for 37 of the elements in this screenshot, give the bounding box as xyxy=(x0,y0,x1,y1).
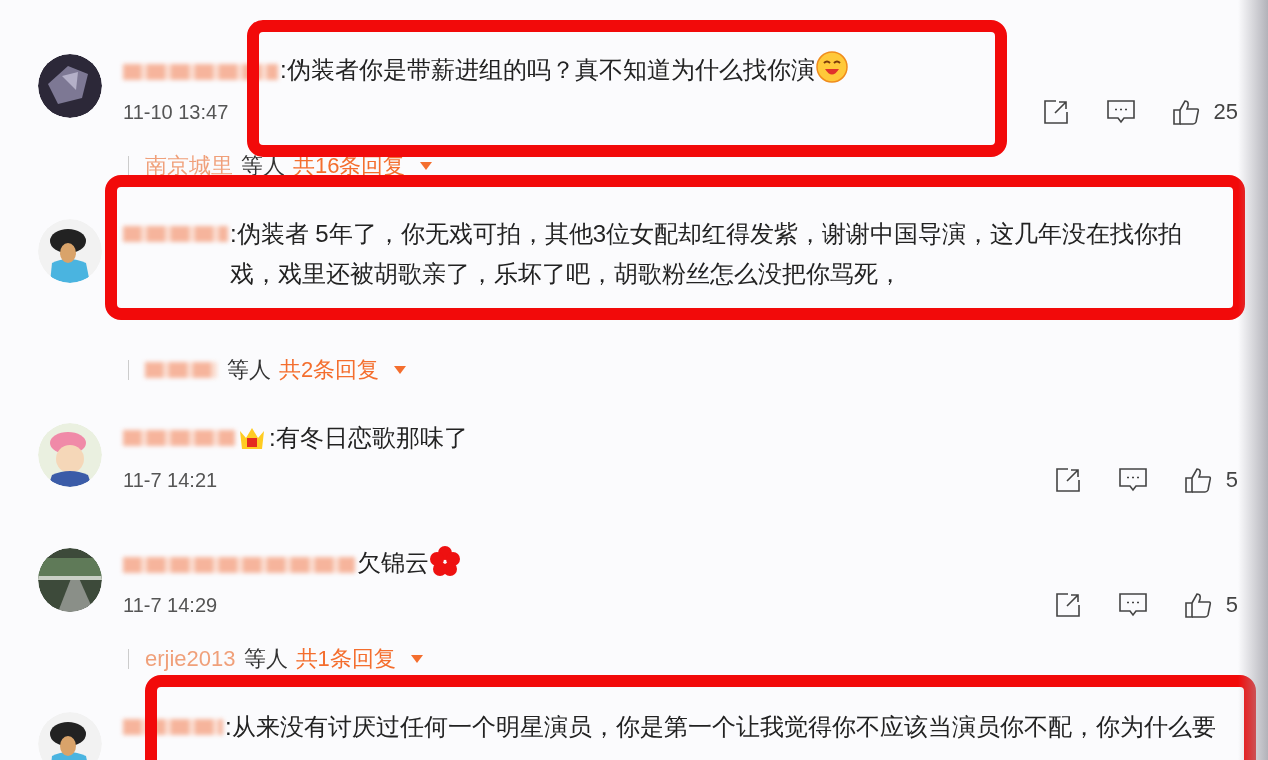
like-count: 25 xyxy=(1213,99,1238,125)
reply-count-link[interactable]: 共2条回复 xyxy=(279,355,380,385)
avatar[interactable] xyxy=(38,712,102,760)
caret-icon[interactable] xyxy=(409,654,424,664)
reply-count-link[interactable]: 共1条回复 xyxy=(295,644,396,674)
caret-icon[interactable] xyxy=(393,365,408,375)
laughing-emoji-icon xyxy=(814,50,849,84)
avatar[interactable] xyxy=(38,219,102,283)
flower-icon xyxy=(429,545,461,577)
comment-text: :伪装者 5年了，你无戏可拍，其他3位女配却红得发紫，谢谢中国导演，这几年没在找你拍戏，戏里还被胡歌亲了，乐坏了吧，胡歌粉丝怎么没把你骂死， xyxy=(230,219,1184,289)
avatar[interactable] xyxy=(38,548,102,612)
reply-user-name[interactable]: 南京城里 xyxy=(145,151,233,181)
avatar[interactable] xyxy=(38,423,102,487)
reply-others-text: 等人 xyxy=(227,356,271,384)
like-count: 5 xyxy=(1225,467,1238,493)
share-icon[interactable] xyxy=(1053,466,1082,494)
avatar[interactable] xyxy=(38,54,102,118)
share-icon[interactable] xyxy=(1041,98,1070,126)
like-icon[interactable] xyxy=(1183,466,1212,494)
like-icon[interactable] xyxy=(1183,591,1212,619)
comment-text: :从来没有讨厌过任何一个明星演员，你是第一个让我觉得你不应该当演员你不配，你为什么要 xyxy=(225,712,1216,742)
caret-icon[interactable] xyxy=(419,161,434,171)
comment-text: :伪装者你是带薪进组的吗？真不知道为什么找你演 xyxy=(280,56,815,83)
like-count: 5 xyxy=(1225,592,1238,618)
comment-icon[interactable] xyxy=(1105,98,1136,126)
reply-user-name[interactable]: erjie2013 xyxy=(145,646,236,672)
blurred-name xyxy=(145,362,217,378)
comment-time: 11-7 14:21 xyxy=(123,468,218,492)
comment-text: 欠锦云 xyxy=(357,549,429,576)
comment-icon[interactable] xyxy=(1117,591,1148,619)
comment-time: 11-10 13:47 xyxy=(123,100,229,124)
like-icon[interactable] xyxy=(1171,98,1200,126)
share-icon[interactable] xyxy=(1053,591,1082,619)
reply-others-text: 等人 xyxy=(243,645,288,673)
comment-time: 11-7 14:29 xyxy=(123,593,218,617)
comment-icon[interactable] xyxy=(1117,466,1148,494)
comment-text: :有冬日恋歌那味了 xyxy=(269,423,469,453)
